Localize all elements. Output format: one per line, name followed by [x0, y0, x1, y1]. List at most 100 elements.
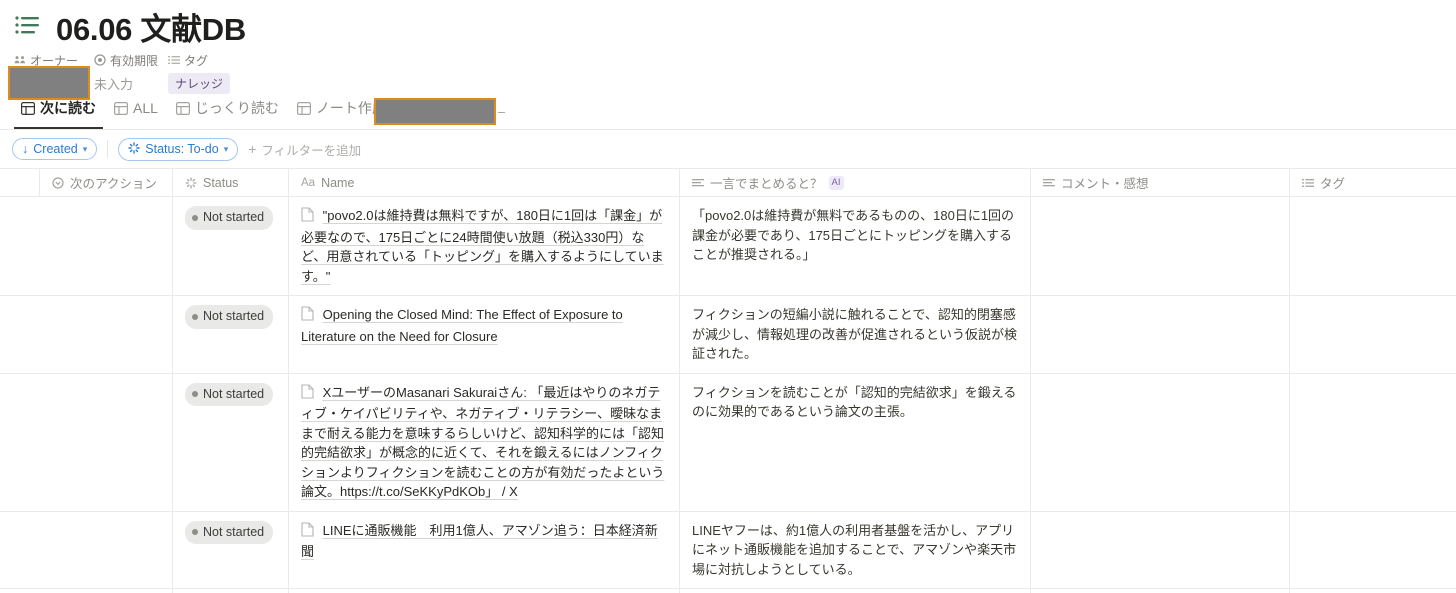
column-header-label: Name — [321, 175, 355, 190]
cell-name[interactable]: XユーザーのMasanari Sakuraiさん: 「最近はやりのネガティブ・ケ… — [289, 373, 680, 511]
name-link[interactable]: XユーザーのMasanari Sakuraiさん: 「最近はやりのネガティブ・ケ… — [301, 385, 664, 500]
loading-icon — [128, 141, 140, 157]
summary-text: 「povo2.0は維持費が無料であるものの、180日に1回の課金が必要であり、1… — [692, 208, 1015, 262]
document-icon — [301, 383, 318, 402]
add-filter-label: フィルターを追加 — [261, 143, 362, 158]
cell-name[interactable]: LINEに通販機能 利用1億人、アマゾン追う：日本経済新聞 — [289, 511, 680, 588]
cell-comment[interactable] — [1031, 373, 1290, 511]
column-header-comment[interactable]: コメント・感想 — [1031, 168, 1290, 197]
column-header-label: 次のアクション — [70, 177, 157, 191]
cell-summary[interactable]: フィクションを読むことが「認知的完結欲求」を鍛えるのに効果的であるという論文の主… — [680, 373, 1031, 511]
tag-pill: ナレッジ — [168, 72, 231, 94]
tab-next-to-read[interactable]: 次に読む — [12, 95, 105, 129]
cell-name[interactable]: Opening the Closed Mind: The Effect of E… — [289, 296, 680, 373]
cell-next-action[interactable] — [40, 373, 173, 511]
status-label: Not started — [203, 386, 265, 401]
filter-bar: ↓ Created ▾ Status: To-do ▾ + フィルターを追加 — [0, 130, 1456, 168]
view-tabs: 次に読む ALL じっくり読む ノート作成待ち — [0, 96, 1456, 130]
status-label: Not started — [203, 524, 265, 539]
cell-next-action[interactable] — [40, 511, 173, 588]
tab-label: ALL — [133, 100, 158, 116]
table-icon — [21, 101, 36, 115]
cell-next-action[interactable] — [40, 589, 173, 593]
database-table: 次のアクション Status Aa Name 一言でまとめると？ AI コメント… — [0, 168, 1456, 593]
status-dot-icon — [192, 313, 198, 320]
tab-deep-read[interactable]: じっくり読む — [167, 95, 288, 129]
status-label: Not started — [203, 309, 265, 323]
filter-chip-status[interactable]: Status: To-do ▾ — [118, 137, 239, 161]
summary-text: フィクションの短編小説に触れることで、認知的閉塞感が減少し、情報処理の改善が促進… — [692, 307, 1018, 361]
status-dot-icon — [192, 391, 198, 398]
arrow-down-icon: ↓ — [22, 142, 29, 156]
cell-comment[interactable] — [1031, 296, 1290, 373]
add-filter-button[interactable]: + フィルターを追加 — [248, 140, 361, 159]
cell-comment[interactable] — [1031, 511, 1290, 588]
property-value-expiry[interactable]: 未入力 — [94, 74, 168, 93]
tab-all[interactable]: ALL — [105, 95, 167, 129]
list-icon — [14, 13, 42, 39]
column-header-name[interactable]: Aa Name — [289, 168, 680, 197]
row-gutter — [0, 589, 40, 593]
cell-next-action[interactable] — [40, 197, 173, 295]
plus-icon: + — [248, 141, 257, 157]
column-header-status[interactable]: Status — [173, 168, 289, 197]
tab-label: 次に読む — [40, 100, 96, 116]
cell-summary[interactable]: フィクションの短編小説に触れることで、認知的閉塞感が減少し、情報処理の改善が促進… — [680, 296, 1031, 373]
cell-summary[interactable]: LINEヤフーは、約1億人の利用者基盤を活かし、アプリにネット通販機能を追加する… — [680, 511, 1031, 588]
document-icon — [301, 521, 318, 540]
table-row[interactable]: Not started LINEに通販機能 利用1億人、アマゾン追う：日本経済新… — [0, 511, 1456, 589]
status-label: Not started — [203, 210, 265, 224]
row-gutter — [0, 197, 40, 295]
cell-status[interactable]: Not started — [173, 296, 289, 373]
name-link[interactable]: LINEに通販機能 利用1億人、アマゾン追う：日本経済新聞 — [301, 523, 658, 560]
sort-chip-created[interactable]: ↓ Created ▾ — [12, 138, 98, 160]
tab-label: じっくり読む — [194, 100, 279, 116]
list-icon — [168, 54, 180, 66]
status-badge: Not started — [185, 382, 274, 406]
status-badge: Not started — [185, 305, 274, 329]
table-row[interactable]: Not started "povo2.0は維持費は無料ですが、180日に1回は「… — [0, 197, 1456, 296]
row-gutter — [0, 296, 40, 373]
cell-summary[interactable]: Capacitiesを使用して、情報をオブジェクトとして扱い、自分自身の体験やセ… — [680, 589, 1031, 593]
people-icon — [14, 54, 26, 66]
row-gutter — [0, 512, 40, 589]
table-row[interactable]: Not started XユーザーのMasanari Sakuraiさん: 「最… — [0, 373, 1456, 512]
cell-tag[interactable] — [1290, 374, 1456, 511]
table-row[interactable]: Not started Noratetsu House: Capacitiesの… — [0, 589, 1456, 593]
cell-tag[interactable] — [1290, 589, 1456, 593]
cell-name[interactable]: "povo2.0は維持費は無料ですが、180日に1回は「課金」が必要なので、17… — [289, 197, 680, 295]
property-label-expiry[interactable]: 有効期限 — [94, 52, 168, 69]
table-header-row: 次のアクション Status Aa Name 一言でまとめると？ AI コメント… — [0, 168, 1456, 197]
cell-next-action[interactable] — [40, 296, 173, 373]
summary-text: フィクションを読むことが「認知的完結欲求」を鍛えるのに効果的であるという論文の主… — [692, 384, 1017, 420]
redaction-tab — [374, 98, 496, 125]
text-icon — [1043, 177, 1055, 189]
column-header-label: タグ — [1320, 177, 1346, 191]
column-header-label: Status — [203, 175, 239, 190]
cell-status[interactable]: Not started — [173, 197, 289, 295]
property-label-tag[interactable]: タグ — [168, 52, 258, 69]
cell-tag[interactable] — [1290, 512, 1456, 589]
chevron-down-icon: ▾ — [223, 143, 229, 154]
loading-icon — [185, 177, 197, 189]
cell-status[interactable]: Not started — [173, 373, 289, 511]
column-header-next-action[interactable]: 次のアクション — [40, 168, 173, 197]
name-link[interactable]: "povo2.0は維持費は無料ですが、180日に1回は「課金」が必要なので、17… — [301, 208, 664, 284]
property-value-tag[interactable]: ナレッジ — [168, 72, 258, 94]
name-link[interactable]: Opening the Closed Mind: The Effect of E… — [301, 307, 623, 344]
column-header-summary[interactable]: 一言でまとめると？ AI — [680, 168, 1031, 197]
filter-chip-status-label: Status: To-do — [145, 142, 219, 156]
clock-icon — [94, 54, 106, 66]
cell-summary[interactable]: 「povo2.0は維持費が無料であるものの、180日に1回の課金が必要であり、1… — [680, 197, 1031, 295]
cell-name[interactable]: Noratetsu House: Capacitiesのマイオブジェクト① 全f… — [289, 589, 680, 593]
cell-tag[interactable] — [1290, 197, 1456, 295]
cell-status[interactable]: Not started — [173, 511, 289, 588]
column-header-tag[interactable]: タグ — [1290, 169, 1456, 197]
summary-text: LINEヤフーは、約1億人の利用者基盤を活かし、アプリにネット通販機能を追加する… — [692, 522, 1017, 577]
select-icon — [52, 176, 64, 189]
cell-comment[interactable] — [1031, 197, 1290, 295]
table-row[interactable]: Not started Opening the Closed Mind: The… — [0, 296, 1456, 374]
cell-status[interactable]: Not started — [173, 589, 289, 593]
cell-tag[interactable] — [1290, 296, 1456, 373]
cell-comment[interactable] — [1031, 589, 1290, 593]
